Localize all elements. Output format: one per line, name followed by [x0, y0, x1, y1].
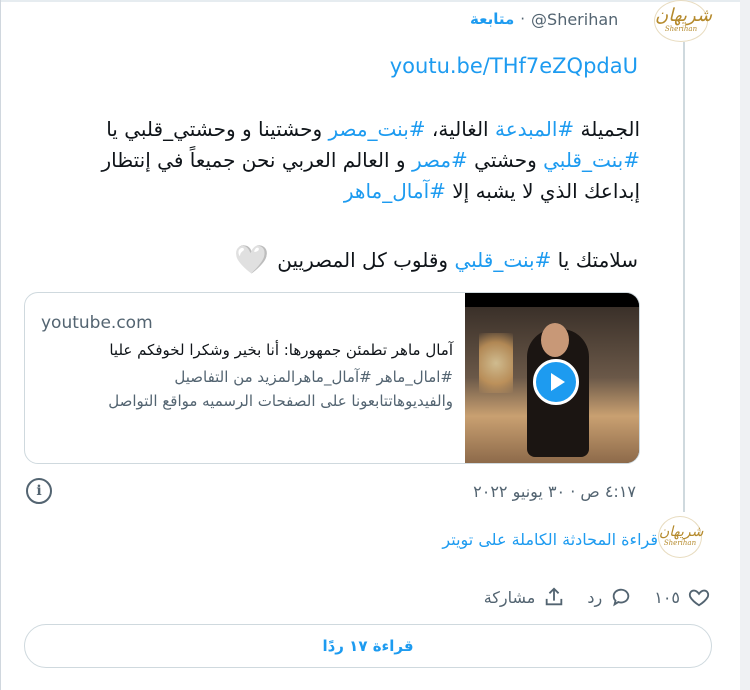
hashtag-link[interactable]: #مصر — [412, 148, 468, 172]
tweet-text-line2: سلامتك يا #بنت_قلبي وقلوب كل المصريين 🤍 — [234, 246, 638, 274]
thread-line — [683, 42, 685, 512]
hashtag-link[interactable]: #بنت_مصر — [328, 117, 425, 141]
line2-text: سلامتك يا #بنت_قلبي وقلوب كل المصريين — [277, 248, 638, 272]
share-icon — [546, 587, 563, 606]
user-handle[interactable]: @Sherihan — [531, 10, 618, 29]
white-heart-emoji: 🤍 — [234, 243, 270, 276]
reply-button[interactable]: رد — [587, 586, 632, 608]
tweet-timestamp[interactable]: ٤:١٧ ص · ٣٠ يونيو ٢٠٢٢ — [473, 482, 636, 501]
hashtag-link[interactable]: #بنت_قلبي — [543, 148, 640, 172]
tweet-actions: ١٠٥ رد مشاركة — [462, 586, 710, 608]
info-icon[interactable]: i — [26, 478, 52, 504]
link-card[interactable]: youtube.com آمال ماهر تطمئن جمهورها: أنا… — [24, 292, 640, 464]
tweet-text-segment: وحشتي — [467, 148, 544, 172]
separator-dot: · — [520, 10, 526, 28]
left-border — [0, 0, 1, 690]
read-full-conversation-link[interactable]: قراءة المحادثة الكاملة على تويتر — [442, 530, 658, 549]
reply-label: رد — [587, 587, 603, 607]
avatar-small: ﺷﺮﻳﻬﺎﻥ Sherihan — [658, 516, 703, 558]
tweet-text-segment: الجميلة — [574, 117, 640, 141]
read-replies-button[interactable]: قراءة ١٧ ردًا — [24, 624, 712, 668]
play-icon[interactable] — [533, 359, 579, 405]
tweet-url-link[interactable]: youtu.be/THf7eZQpdaU — [390, 54, 638, 78]
tweet-text: الجميلة #المبدعة الغالية، #بنت_مصر وحشتي… — [40, 114, 640, 207]
follow-link[interactable]: متابعة — [470, 10, 514, 28]
card-description: #امال_ماهر #آمال_ماهرالمزيد من التفاصيل … — [108, 368, 453, 410]
like-button[interactable]: ١٠٥ — [654, 586, 710, 608]
hashtag-link[interactable]: #آمال_ماهر — [344, 179, 446, 203]
video-thumbnail[interactable] — [465, 293, 639, 463]
tweet-header: متابعة · @Sherihan — [470, 4, 710, 34]
tweet-text-segment: وحشتينا و وحشتي_قلبي يا — [106, 117, 329, 141]
share-label: مشاركة — [483, 587, 536, 607]
heart-icon — [688, 589, 710, 607]
card-title: آمال ماهر تطمئن جمهورها: أنا بخير وشكرا … — [109, 341, 453, 359]
share-button[interactable]: مشاركة — [484, 586, 566, 608]
scrollbar-track[interactable] — [740, 0, 750, 690]
hashtag-link[interactable]: #بنت_قلبي — [454, 248, 551, 272]
top-border — [0, 0, 750, 2]
hashtag-link[interactable]: #المبدعة — [495, 117, 574, 141]
tweet-text-segment: الغالية، — [425, 117, 495, 141]
card-body: youtube.com آمال ماهر تطمئن جمهورها: أنا… — [41, 313, 453, 413]
reply-bubble-icon — [612, 588, 630, 607]
card-domain: youtube.com — [41, 313, 153, 333]
like-count: ١٠٥ — [654, 587, 680, 607]
